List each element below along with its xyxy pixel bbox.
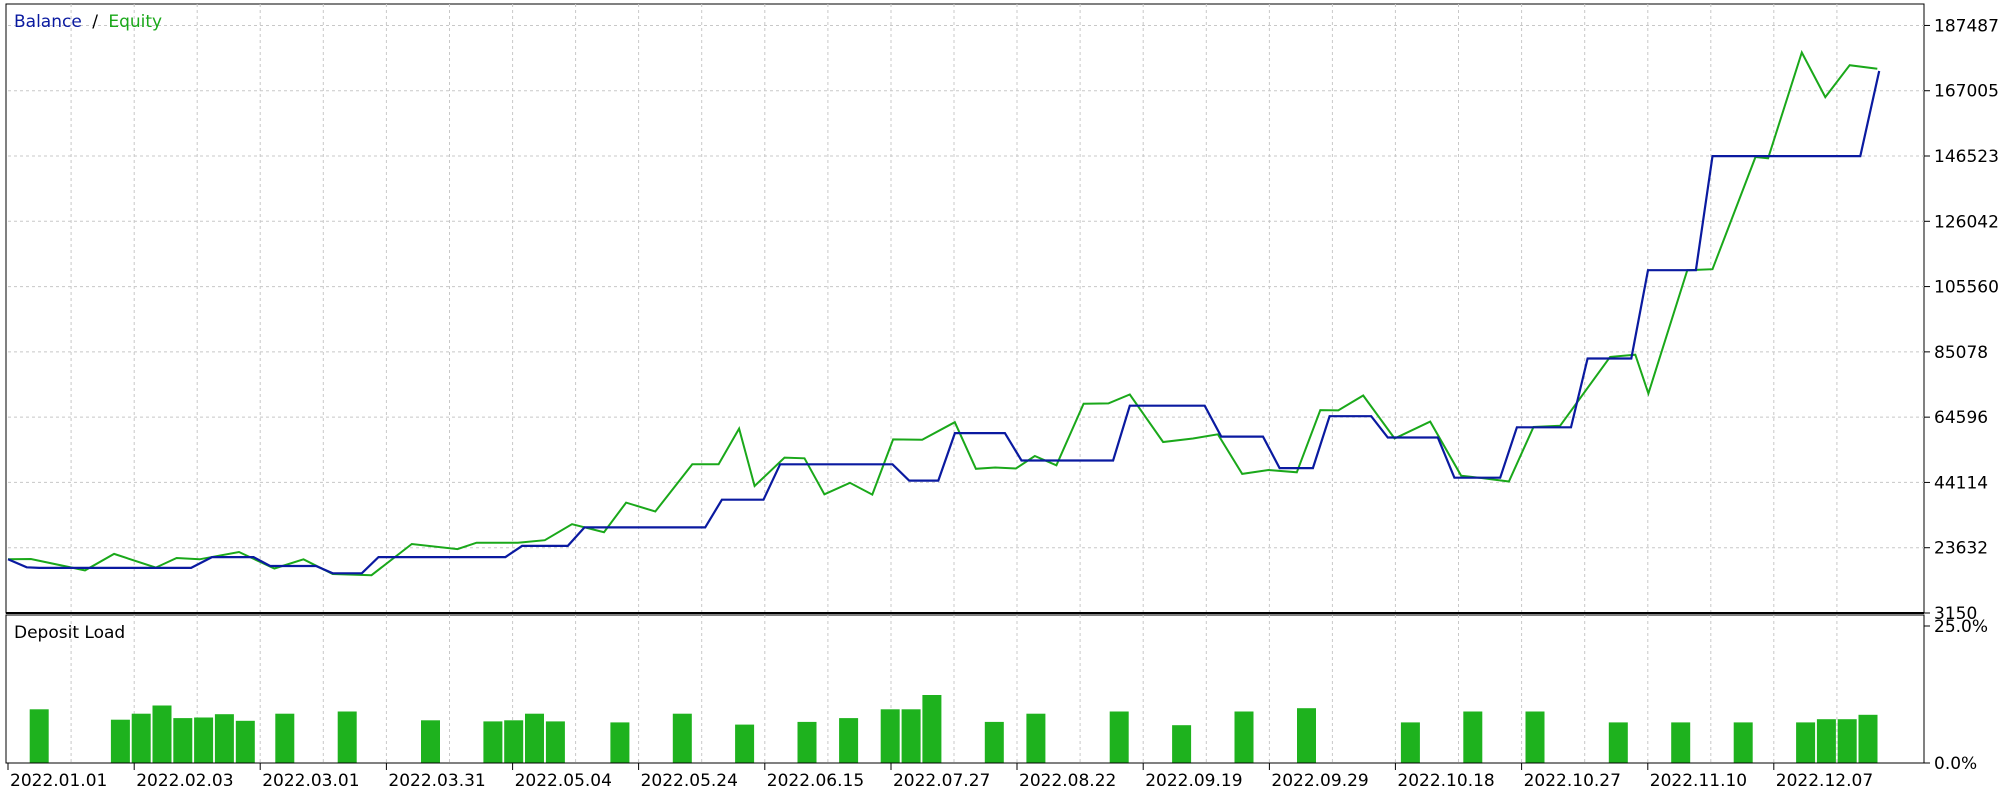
- deposit-load-bar: [421, 720, 440, 763]
- deposit-load-bar: [1796, 722, 1816, 763]
- deposit-load-bar: [1837, 719, 1857, 763]
- deposit-load-bar: [1297, 708, 1316, 763]
- legend-separator: /: [92, 12, 98, 32]
- deposit-load-bar: [214, 714, 234, 763]
- x-tick-label: 2022.10.27: [1524, 771, 1621, 791]
- deposit-load-bar: [152, 705, 172, 763]
- y-tick-label: 187487: [1934, 16, 1999, 36]
- deposit-load-bar: [901, 709, 921, 763]
- equity-panel-frame: [5, 3, 1925, 614]
- deposit-load-bar: [1400, 722, 1420, 763]
- deposit-load-bar: [29, 709, 49, 763]
- deposit-load-bar: [110, 719, 130, 763]
- deposit-load-bar: [525, 713, 544, 763]
- deposit-load-bar: [610, 722, 630, 763]
- deposit-load-bar: [839, 718, 859, 763]
- y-tick-label: 85078: [1934, 343, 1988, 363]
- deposit-load-bar: [735, 724, 755, 763]
- y-tick-label: 64596: [1934, 408, 1988, 428]
- x-tick-label: 2022.06.15: [767, 771, 864, 791]
- x-tick-label: 2022.11.10: [1650, 771, 1747, 791]
- deposit-load-bar: [1671, 722, 1691, 763]
- x-tick-label: 2022.02.03: [136, 771, 233, 791]
- deposit-load-bar: [337, 711, 357, 763]
- y-tick-label: 126042: [1934, 212, 1999, 232]
- deposit-load-y-axis: 25.0% 0.0%: [1924, 617, 1988, 774]
- deposit-load-bar: [275, 713, 295, 763]
- x-tick-label: 2022.09.19: [1145, 771, 1242, 791]
- deposit-load-bar: [1816, 719, 1836, 763]
- deposit-load-bar: [545, 721, 565, 763]
- x-tick-label: 2022.12.07: [1776, 771, 1873, 791]
- legend-equity-label: Equity: [108, 12, 162, 32]
- y-tick-label: 23632: [1934, 539, 1988, 559]
- x-tick-label: 2022.10.18: [1397, 771, 1494, 791]
- deposit-load-label: Deposit Load: [14, 623, 125, 643]
- y-tick-label: 105560: [1934, 278, 1999, 298]
- y-tick-label: 146523: [1934, 147, 1999, 167]
- x-axis: 2022.01.01 2022.02.03 2022.03.01 2022.03.31…: [7, 763, 1873, 791]
- x-tick-label: 2022.09.29: [1271, 771, 1368, 791]
- deposit-load-bar: [173, 718, 193, 763]
- x-tick-label: 2022.03.01: [262, 771, 359, 791]
- y-tick-label: 167005: [1934, 82, 1999, 102]
- deposit-load-bar: [984, 721, 1004, 763]
- x-tick-label: 2022.03.31: [388, 771, 485, 791]
- deposit-load-bar: [1026, 713, 1046, 763]
- x-tick-label: 2022.08.22: [1019, 771, 1116, 791]
- x-tick-label: 2022.05.04: [515, 771, 612, 791]
- x-tick-label: 2022.05.24: [641, 771, 738, 791]
- chart-canvas: 187487 167005 146523 126042 105560 85078 64596…: [5, 3, 1999, 791]
- deposit-load-bar: [235, 720, 255, 763]
- deposit-load-bar: [672, 713, 692, 763]
- deposit-load-bar: [504, 720, 524, 763]
- deposit-load-bar: [1733, 722, 1753, 763]
- deposit-load-bar: [1525, 711, 1545, 763]
- y-tick-label: 44114: [1934, 473, 1988, 493]
- deposit-load-bar: [880, 709, 900, 763]
- deposit-load-bar: [131, 713, 151, 763]
- deposit-load-bar: [483, 721, 503, 763]
- deposit-load-bar: [1463, 711, 1483, 763]
- deposit-load-bar: [1172, 725, 1192, 763]
- equity-panel-y-axis: 187487 167005 146523 126042 105560 85078 64596…: [1924, 16, 1999, 624]
- deposit-load-bar: [1858, 714, 1878, 763]
- deposit-load-bar: [1234, 711, 1254, 763]
- legend-balance-label: Balance: [14, 12, 82, 32]
- balance-equity-report-chart: 187487 167005 146523 126042 105560 85078 64596…: [0, 0, 2016, 796]
- y-tick-label: 25.0%: [1934, 617, 1988, 637]
- y-tick-label: 0.0%: [1934, 754, 1977, 774]
- deposit-load-bar: [922, 695, 942, 763]
- x-tick-label: 2022.07.27: [893, 771, 990, 791]
- deposit-load-bar: [1608, 722, 1628, 763]
- deposit-load-bar: [194, 717, 214, 763]
- deposit-load-bar: [797, 721, 817, 763]
- deposit-load-bar: [1109, 711, 1129, 763]
- x-tick-label: 2022.01.01: [10, 771, 107, 791]
